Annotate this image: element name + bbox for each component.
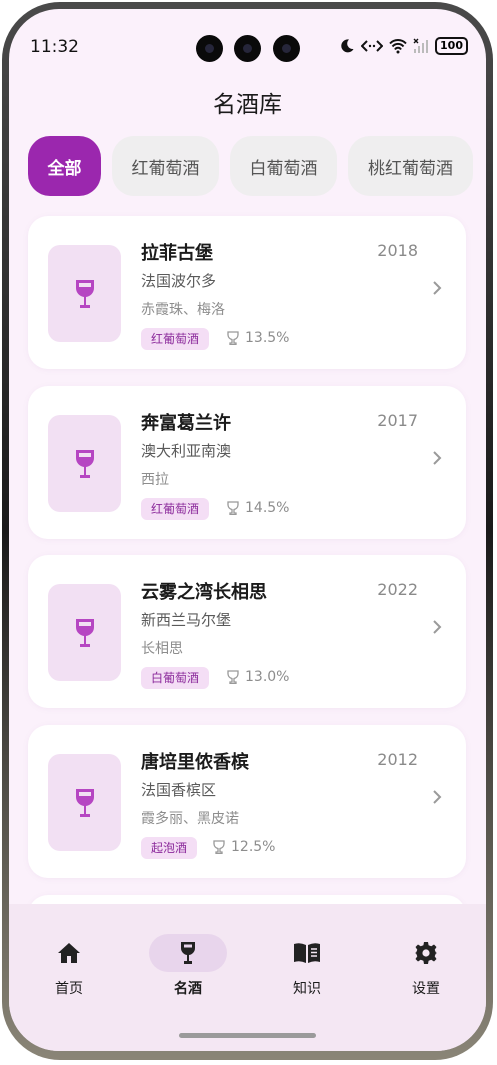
wine-name: 唐培里侬香槟 bbox=[141, 752, 249, 773]
wine-name: 拉菲古堡 bbox=[141, 243, 213, 264]
chevron-right-icon bbox=[433, 790, 442, 804]
glass-small-icon bbox=[227, 501, 239, 515]
wine-glass-icon bbox=[75, 279, 94, 308]
filter-chip-white-wine[interactable]: 白葡萄酒 bbox=[230, 136, 337, 196]
nav-pill bbox=[268, 934, 346, 972]
glass-small-icon bbox=[213, 840, 225, 854]
nav-pill bbox=[387, 934, 465, 972]
filter-chip-red-wine[interactable]: 红葡萄酒 bbox=[112, 136, 219, 196]
wine-card[interactable]: 奔富葛兰许 2017 澳大利亚南澳 西拉 红葡萄酒 14.5% bbox=[28, 386, 466, 539]
wine-thumbnail bbox=[48, 584, 121, 681]
wine-grapes: 长相思 bbox=[141, 641, 183, 657]
wine-abv-value: 13.0% bbox=[245, 669, 290, 685]
wine-grapes: 霞多丽、黑皮诺 bbox=[141, 811, 239, 827]
nav-item-home[interactable]: 首页 bbox=[19, 934, 119, 998]
book-icon bbox=[294, 943, 320, 963]
wine-glass-icon bbox=[75, 618, 94, 647]
signal-icon bbox=[413, 38, 429, 53]
wine-card[interactable]: 拉菲古堡 2018 法国波尔多 赤霞珠、梅洛 红葡萄酒 13.5% bbox=[28, 216, 466, 369]
chevron-right-icon bbox=[433, 451, 442, 465]
nav-item-knowledge[interactable]: 知识 bbox=[257, 934, 357, 998]
camera-lens-icon bbox=[196, 35, 223, 62]
wine-thumbnail bbox=[48, 415, 121, 512]
wine-glass-icon bbox=[180, 942, 196, 964]
wine-thumbnail bbox=[48, 245, 121, 342]
status-time: 11:32 bbox=[30, 37, 79, 57]
wine-abv-value: 13.5% bbox=[245, 330, 290, 346]
filter-chip-rose-wine[interactable]: 桃红葡萄酒 bbox=[348, 136, 473, 196]
moon-icon bbox=[341, 39, 354, 53]
wine-region: 新西兰马尔堡 bbox=[141, 611, 232, 629]
nav-label: 设置 bbox=[412, 981, 440, 997]
wine-abv-value: 12.5% bbox=[231, 839, 276, 855]
wifi-icon bbox=[389, 39, 407, 54]
wine-glass-icon bbox=[75, 788, 94, 817]
wine-abv: 14.5% bbox=[227, 500, 289, 516]
nav-item-settings[interactable]: 设置 bbox=[376, 934, 476, 998]
gear-icon bbox=[415, 942, 437, 964]
status-icons: 100 bbox=[339, 37, 468, 55]
wine-year: 2018 bbox=[377, 241, 418, 260]
wine-name: 奔富葛兰许 bbox=[141, 413, 231, 434]
nav-label: 知识 bbox=[293, 981, 321, 997]
wine-abv: 12.5% bbox=[213, 839, 275, 855]
wine-year: 2022 bbox=[377, 580, 418, 599]
nav-pill-active bbox=[149, 934, 227, 972]
camera-lens-icon bbox=[273, 35, 300, 62]
home-indicator[interactable] bbox=[179, 1033, 316, 1038]
wine-glass-icon bbox=[75, 449, 94, 478]
wine-year: 2017 bbox=[377, 411, 418, 430]
data-transfer-icon bbox=[361, 40, 384, 52]
wine-type-tag: 红葡萄酒 bbox=[141, 498, 210, 520]
filter-chips: 全部 红葡萄酒 白葡萄酒 桃红葡萄酒 bbox=[28, 136, 486, 197]
wine-thumbnail bbox=[48, 754, 121, 851]
wine-grapes: 西拉 bbox=[141, 472, 169, 488]
screen: 11:32 100 名酒库 全部 红葡萄酒 白葡萄酒 桃红葡萄酒 拉菲古堡 20… bbox=[9, 9, 486, 1051]
home-icon bbox=[58, 943, 80, 963]
wine-type-tag: 红葡萄酒 bbox=[141, 328, 210, 350]
bottom-nav: 首页 名酒 知识 设置 bbox=[9, 914, 486, 1034]
camera-lens-icon bbox=[234, 35, 261, 62]
wine-card[interactable]: 唐培里侬香槟 2012 法国香槟区 霞多丽、黑皮诺 起泡酒 12.5% bbox=[28, 725, 466, 878]
wine-region: 澳大利亚南澳 bbox=[141, 442, 232, 460]
wine-abv-value: 14.5% bbox=[245, 500, 290, 516]
nav-label: 名酒 bbox=[174, 981, 202, 997]
phone-frame: 11:32 100 名酒库 全部 红葡萄酒 白葡萄酒 桃红葡萄酒 拉菲古堡 20… bbox=[0, 0, 497, 1065]
wine-type-tag: 起泡酒 bbox=[141, 837, 198, 859]
wine-abv: 13.5% bbox=[227, 330, 289, 346]
wine-abv: 13.0% bbox=[227, 669, 289, 685]
wine-region: 法国波尔多 bbox=[141, 272, 217, 290]
wine-type-tag: 白葡萄酒 bbox=[141, 667, 210, 689]
battery-indicator: 100 bbox=[435, 37, 468, 55]
status-bar: 11:32 100 bbox=[9, 9, 486, 62]
glass-small-icon bbox=[227, 331, 239, 345]
nav-item-wines[interactable]: 名酒 bbox=[138, 934, 238, 998]
wine-year: 2012 bbox=[377, 750, 418, 769]
nav-pill bbox=[30, 934, 108, 972]
wine-region: 法国香槟区 bbox=[141, 781, 217, 799]
wine-grapes: 赤霞珠、梅洛 bbox=[141, 302, 225, 318]
wine-card[interactable]: 云雾之湾长相思 2022 新西兰马尔堡 长相思 白葡萄酒 13.0% bbox=[28, 555, 466, 708]
chevron-right-icon bbox=[433, 620, 442, 634]
page-title: 名酒库 bbox=[213, 92, 282, 118]
chevron-right-icon bbox=[433, 281, 442, 295]
wine-name: 云雾之湾长相思 bbox=[141, 582, 267, 603]
glass-small-icon bbox=[227, 670, 239, 684]
nav-label: 首页 bbox=[55, 981, 83, 997]
filter-chip-all[interactable]: 全部 bbox=[28, 136, 101, 196]
